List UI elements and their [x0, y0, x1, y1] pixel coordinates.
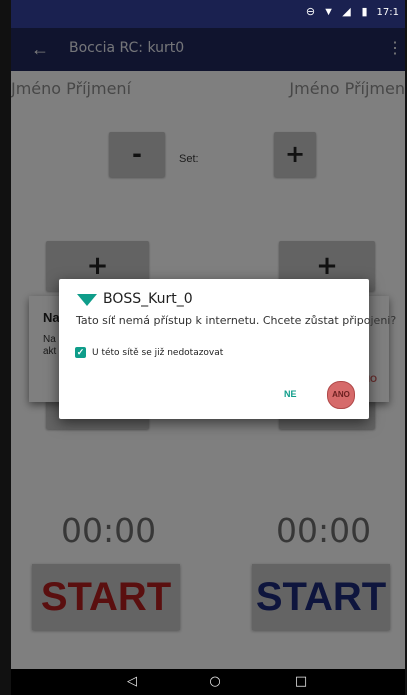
- navigation-bar: ◁ ○ □: [11, 669, 405, 695]
- nav-home-icon[interactable]: ○: [206, 674, 224, 690]
- do-not-disturb-icon: ⊖: [305, 6, 316, 18]
- battery-icon: ▮: [361, 6, 368, 18]
- ano-button[interactable]: ANO: [327, 381, 355, 409]
- status-time: 17:1: [376, 6, 399, 18]
- status-bar: ⊖ ▼ ◢ ▮ 17:1: [11, 0, 405, 28]
- wifi-ssid: BOSS_Kurt_0: [103, 291, 193, 307]
- wifi-dialog: BOSS_Kurt_0 Tato síť nemá přístup k inte…: [59, 279, 397, 419]
- device-screen: ⊖ ▼ ◢ ▮ 17:1 ← Boccia RC: kurt0 ⋮ Jméno …: [0, 0, 407, 695]
- wifi-message: Tato síť nemá přístup k internetu. Chcet…: [76, 314, 397, 327]
- nav-back-icon[interactable]: ◁: [123, 674, 141, 690]
- wifi-icon: [77, 294, 97, 306]
- wifi-icon: ▼: [323, 6, 334, 18]
- ne-button[interactable]: NE: [284, 389, 297, 399]
- status-icons: ⊖ ▼ ◢ ▮ 17:1: [305, 6, 399, 18]
- dont-ask-label: U této sítě se již nedotazovat: [92, 347, 224, 358]
- signal-icon: ◢: [342, 6, 351, 18]
- dont-ask-checkbox-row[interactable]: ✓ U této sítě se již nedotazovat: [75, 347, 223, 358]
- device-frame-left: [0, 0, 11, 695]
- nav-recent-icon[interactable]: □: [292, 674, 310, 690]
- dont-ask-checkbox[interactable]: ✓: [75, 347, 86, 358]
